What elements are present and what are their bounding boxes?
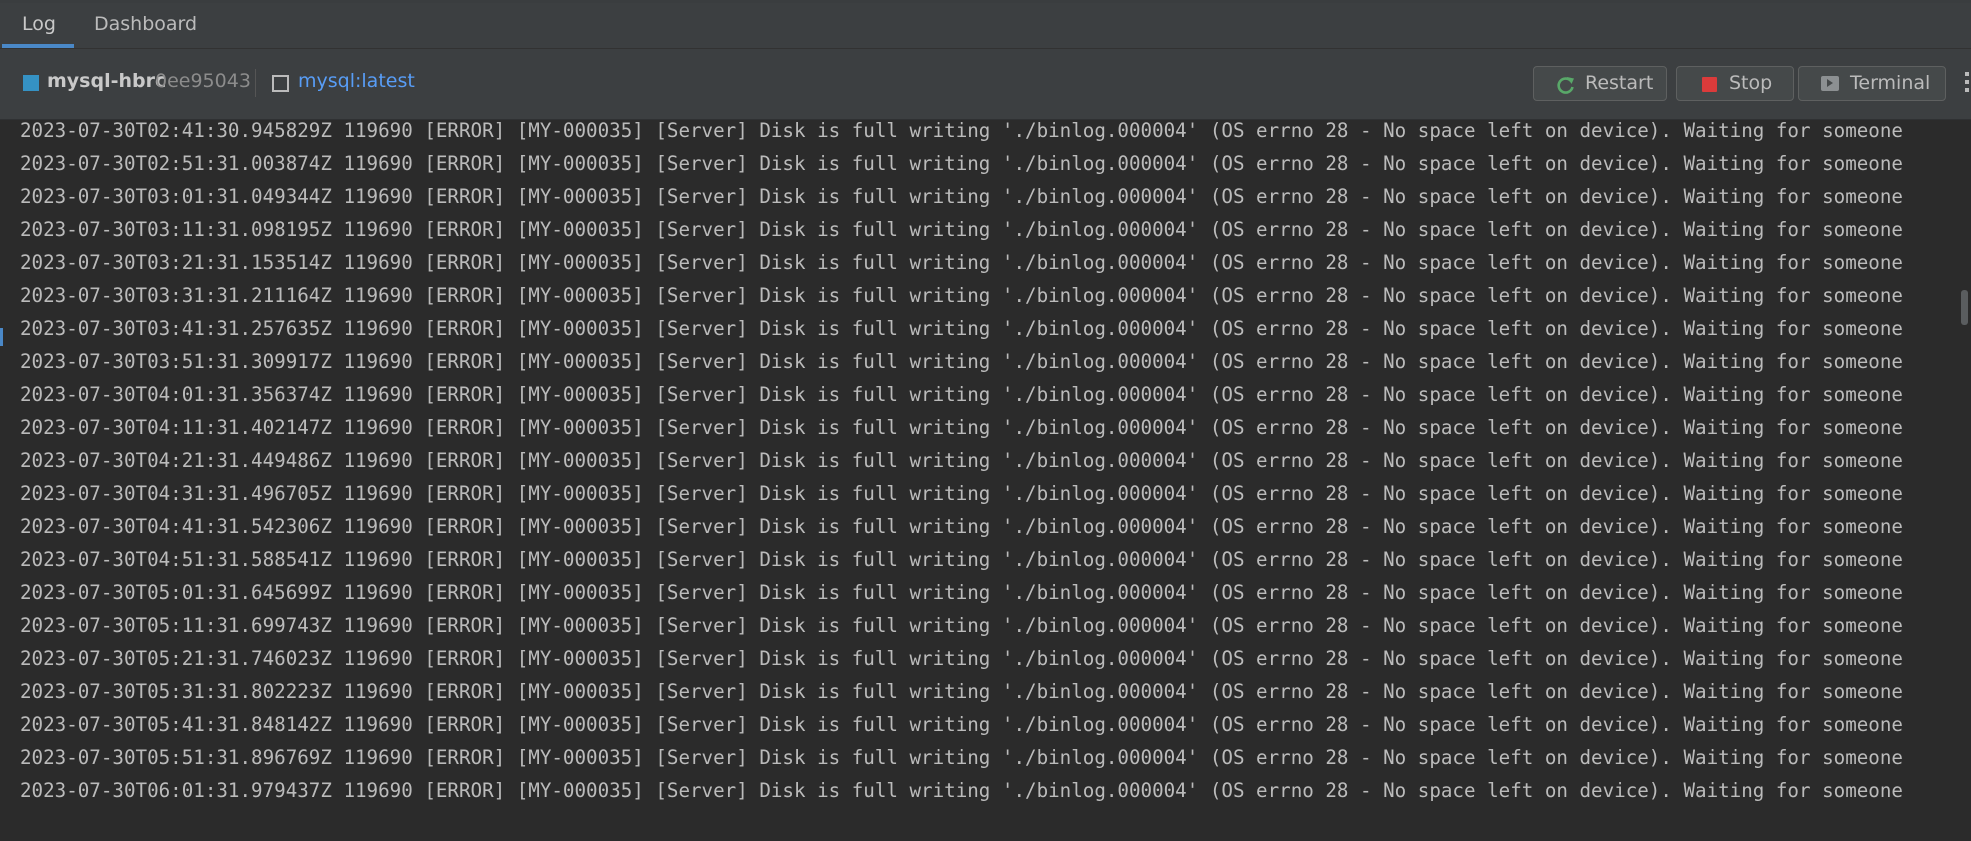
more-options-icon[interactable] xyxy=(1963,72,1971,96)
log-line: 2023-07-30T05:01:31.645699Z 119690 [ERRO… xyxy=(20,581,1903,604)
tab-log[interactable]: Log xyxy=(2,3,74,48)
tab-dashboard[interactable]: Dashboard xyxy=(74,3,217,48)
log-line: 2023-07-30T05:41:31.848142Z 119690 [ERRO… xyxy=(20,713,1903,736)
container-toolbar: mysql-hbrc 0ee95043 mysql:latest Restart… xyxy=(0,49,1971,120)
stop-button[interactable]: Stop xyxy=(1676,66,1794,101)
log-line: 2023-07-30T05:51:31.896769Z 119690 [ERRO… xyxy=(20,746,1903,769)
log-line: 2023-07-30T06:01:31.979437Z 119690 [ERRO… xyxy=(20,779,1903,802)
container-icon xyxy=(23,75,39,91)
log-line: 2023-07-30T04:41:31.542306Z 119690 [ERRO… xyxy=(20,515,1903,538)
terminal-icon xyxy=(1821,76,1839,91)
log-scrollbar[interactable] xyxy=(1958,120,1971,841)
stop-label: Stop xyxy=(1729,72,1773,94)
container-name: mysql-hbrc xyxy=(47,70,167,92)
log-line: 2023-07-30T03:01:31.049344Z 119690 [ERRO… xyxy=(20,185,1903,208)
gutter-marker xyxy=(0,328,3,346)
log-line: 2023-07-30T05:11:31.699743Z 119690 [ERRO… xyxy=(20,614,1903,637)
log-line: 2023-07-30T03:21:31.153514Z 119690 [ERRO… xyxy=(20,251,1903,274)
log-line: 2023-07-30T04:01:31.356374Z 119690 [ERRO… xyxy=(20,383,1903,406)
toolbar-divider xyxy=(255,69,256,97)
restart-button[interactable]: Restart xyxy=(1533,66,1667,101)
log-line: 2023-07-30T03:31:31.211164Z 119690 [ERRO… xyxy=(20,284,1903,307)
log-output[interactable]: 2023-07-30T02:41:30.945829Z 119690 [ERRO… xyxy=(0,120,1958,841)
stop-icon xyxy=(1702,77,1717,92)
log-line: 2023-07-30T04:51:31.588541Z 119690 [ERRO… xyxy=(20,548,1903,571)
log-line: 2023-07-30T03:51:31.309917Z 119690 [ERRO… xyxy=(20,350,1903,373)
image-icon xyxy=(272,75,289,92)
restart-icon xyxy=(1557,77,1574,94)
image-link[interactable]: mysql:latest xyxy=(298,70,415,92)
log-line: 2023-07-30T04:31:31.496705Z 119690 [ERRO… xyxy=(20,482,1903,505)
log-line: 2023-07-30T02:51:31.003874Z 119690 [ERRO… xyxy=(20,152,1903,175)
container-id: 0ee95043 xyxy=(155,70,251,92)
scrollbar-thumb[interactable] xyxy=(1961,290,1968,325)
log-line: 2023-07-30T03:11:31.098195Z 119690 [ERRO… xyxy=(20,218,1903,241)
log-line: 2023-07-30T02:41:30.945829Z 119690 [ERRO… xyxy=(20,120,1903,142)
log-line: 2023-07-30T05:31:31.802223Z 119690 [ERRO… xyxy=(20,680,1903,703)
log-line: 2023-07-30T05:21:31.746023Z 119690 [ERRO… xyxy=(20,647,1903,670)
restart-label: Restart xyxy=(1585,72,1654,94)
log-line: 2023-07-30T03:41:31.257635Z 119690 [ERRO… xyxy=(20,317,1903,340)
tab-bar: Log Dashboard xyxy=(0,3,1971,49)
terminal-label: Terminal xyxy=(1850,72,1931,94)
log-line: 2023-07-30T04:11:31.402147Z 119690 [ERRO… xyxy=(20,416,1903,439)
log-line: 2023-07-30T04:21:31.449486Z 119690 [ERRO… xyxy=(20,449,1903,472)
terminal-button[interactable]: Terminal xyxy=(1798,66,1946,101)
